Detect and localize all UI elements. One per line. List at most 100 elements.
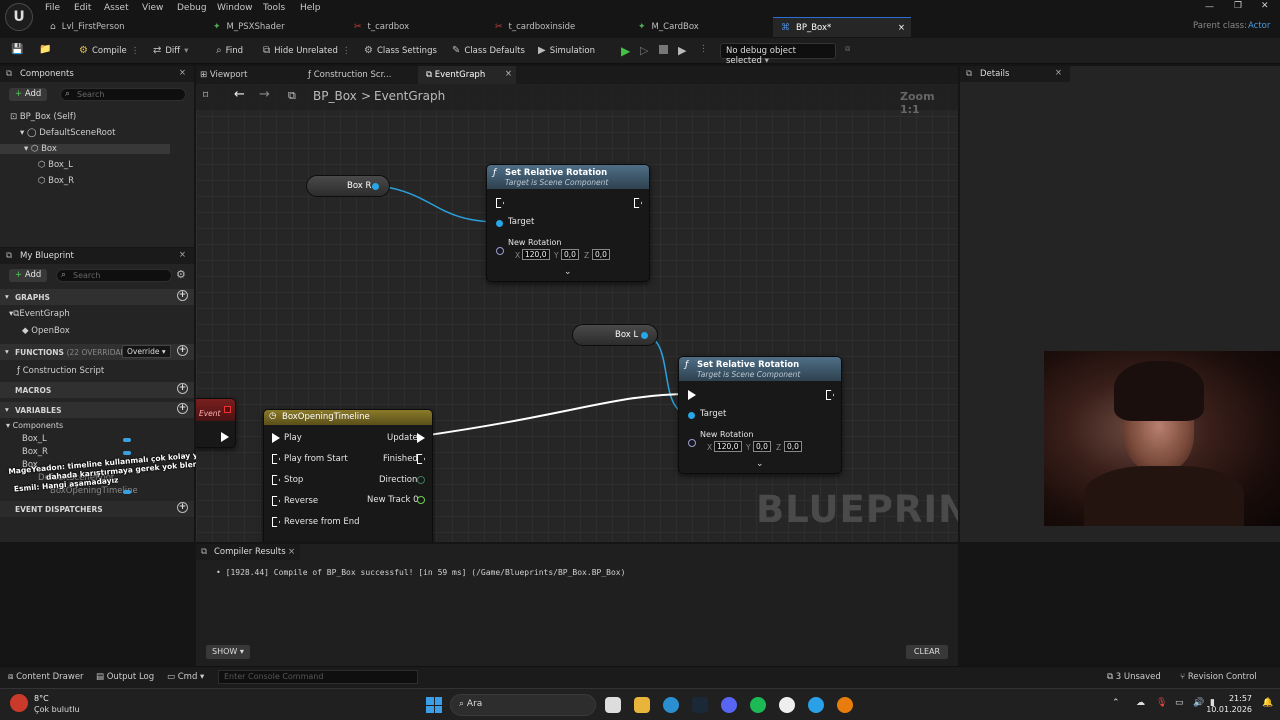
tab-viewport[interactable]: ⊞ Viewport — [200, 70, 247, 80]
show-dropdown[interactable]: SHOW ▾ — [206, 645, 250, 659]
taskbar-search[interactable]: ⌕ Ara — [450, 694, 596, 716]
find-button[interactable]: ⌕ Find — [216, 45, 243, 56]
blender-icon[interactable] — [837, 697, 853, 713]
exec-out-pin[interactable] — [221, 432, 229, 442]
close-icon[interactable]: × — [179, 68, 186, 78]
task-view-icon[interactable] — [605, 697, 621, 713]
stop-icon[interactable] — [659, 45, 668, 54]
rotation-z-field[interactable]: 0,0 — [784, 441, 802, 452]
play-pin[interactable] — [272, 433, 280, 443]
exec-out-pin[interactable] — [634, 198, 642, 208]
edge-icon[interactable] — [663, 697, 679, 713]
steam-icon[interactable] — [692, 697, 708, 713]
add-member-button[interactable]: + Add — [9, 269, 48, 282]
expand-chevron-icon[interactable]: ⌄ — [756, 459, 764, 469]
content-drawer-button[interactable]: ⧈ Content Drawer — [8, 672, 84, 682]
direction-pin[interactable] — [417, 476, 425, 484]
debug-filter-icon[interactable]: ⧈ — [845, 44, 850, 54]
hide-unrelated-button[interactable]: ⧉ Hide Unrelated ⋮ — [263, 45, 350, 56]
tab-m-cardbox[interactable]: ✦ M_CardBox — [638, 17, 699, 37]
tree-item-self[interactable]: ⊡ BP_Box (Self) — [10, 112, 76, 122]
variable-box-l[interactable]: Box_L — [22, 434, 47, 444]
add-variable-icon[interactable]: + — [177, 403, 188, 414]
eject-icon[interactable]: ▶ — [678, 44, 686, 57]
play-icon[interactable]: ▶ — [621, 44, 630, 58]
unreal-engine-icon[interactable] — [779, 697, 795, 713]
output-log-button[interactable]: ▤ Output Log — [96, 672, 154, 682]
tree-item-box-l[interactable]: ⬡ Box_L — [38, 160, 73, 170]
finished-pin[interactable] — [417, 454, 425, 464]
override-dropdown[interactable]: Override ▾ — [122, 345, 171, 358]
event-dispatchers-section[interactable]: EVENT DISPATCHERS + — [0, 501, 194, 517]
console-command-input[interactable]: Enter Console Command — [218, 670, 418, 684]
new-track-pin[interactable] — [417, 496, 425, 504]
rotation-x-field[interactable]: 120,0 — [522, 249, 550, 260]
compiler-tab[interactable]: ⧉ Compiler Results × — [196, 544, 300, 560]
reverse-from-end-pin[interactable] — [272, 517, 280, 527]
microphone-icon[interactable]: 🎙 — [1156, 698, 1167, 708]
components-search-input[interactable]: ⌕ Search — [60, 88, 186, 101]
maximize-icon[interactable]: ❐ — [1234, 1, 1242, 11]
tree-item-box[interactable]: ▾ ⬡ Box — [0, 144, 170, 154]
exec-out-pin[interactable] — [826, 390, 834, 400]
menu-view[interactable]: View — [142, 3, 163, 13]
graphs-section[interactable]: ▾ GRAPHS + — [0, 289, 194, 305]
stop-pin[interactable] — [272, 475, 280, 485]
browse-icon[interactable]: 📁 — [39, 44, 51, 55]
my-blueprint-search-input[interactable]: ⌕ Search — [56, 269, 172, 282]
clear-button[interactable]: CLEAR — [906, 645, 948, 659]
menu-file[interactable]: File — [45, 3, 60, 13]
add-graph-icon[interactable]: + — [177, 290, 188, 301]
simulation-button[interactable]: ▶ Simulation — [538, 45, 595, 56]
tab-bp-box[interactable]: ⌘ BP_Box* × — [773, 17, 911, 37]
tray-chevron-icon[interactable]: ⌃ — [1112, 698, 1120, 708]
tree-item-box-r[interactable]: ⬡ Box_R — [38, 176, 74, 186]
delegate-pin[interactable] — [224, 406, 231, 413]
target-pin[interactable] — [688, 412, 695, 419]
set-relative-rotation-node[interactable]: ƒ Set Relative Rotation Target is Scene Co… — [678, 356, 842, 474]
exec-in-pin[interactable] — [496, 198, 504, 208]
add-function-icon[interactable]: + — [177, 345, 188, 356]
rotation-pin[interactable] — [688, 439, 696, 447]
update-pin[interactable] — [417, 433, 425, 443]
event-graph-canvas[interactable]: ⌑ ← → ⧉ BP_Box > EventGraph Zoom 1:1 Box… — [196, 84, 958, 542]
tray-app-icon[interactable]: ☁ — [1136, 698, 1145, 708]
close-window-icon[interactable]: ✕ — [1261, 1, 1269, 11]
spotify-icon[interactable] — [750, 697, 766, 713]
windows-start-icon[interactable] — [426, 697, 442, 713]
compile-button[interactable]: ⚙ Compile ⋮ — [79, 45, 139, 56]
exec-in-pin[interactable] — [688, 390, 696, 400]
rotation-y-field[interactable]: 0,0 — [753, 441, 771, 452]
tree-item-defaultsceneroot[interactable]: ▾ ◯ DefaultSceneRoot — [20, 128, 115, 138]
variable-group-components[interactable]: ▾ Components — [6, 421, 63, 430]
menu-asset[interactable]: Asset — [104, 3, 129, 13]
debug-object-select[interactable]: No debug object selected ▾ — [720, 43, 836, 66]
diff-button[interactable]: ⇄ Diff ▾ — [153, 45, 188, 56]
revision-control-button[interactable]: ⑂ Revision Control — [1180, 672, 1257, 682]
file-explorer-icon[interactable] — [634, 697, 650, 713]
tab-eventgraph[interactable]: ⧉ EventGraph × — [418, 66, 516, 84]
rotation-pin[interactable] — [496, 247, 504, 255]
close-tab-icon[interactable]: × — [898, 23, 905, 33]
macros-section[interactable]: MACROS + — [0, 382, 194, 398]
weather-icon[interactable] — [10, 694, 28, 712]
class-settings-button[interactable]: ⚙ Class Settings — [364, 45, 437, 56]
network-icon[interactable]: ▭ — [1175, 698, 1184, 708]
menu-debug[interactable]: Debug — [177, 3, 207, 13]
minimize-icon[interactable]: — — [1205, 2, 1214, 12]
notifications-icon[interactable]: 🔔 — [1262, 698, 1273, 708]
volume-icon[interactable]: 🔊 — [1193, 698, 1204, 708]
variable-node-box-l[interactable]: Box L — [572, 324, 658, 346]
menu-window[interactable]: Window — [217, 3, 253, 13]
close-icon[interactable]: × — [1055, 68, 1062, 78]
tab-t-cardboxinside[interactable]: ✂ t_cardboxinside — [495, 17, 575, 37]
graph-item-eventgraph[interactable]: ▾⧉EventGraph — [9, 309, 70, 319]
close-icon[interactable]: × — [179, 250, 186, 260]
tab-construction-script[interactable]: ƒ Construction Scr... — [308, 70, 391, 80]
rotation-x-field[interactable]: 120,0 — [714, 441, 742, 452]
menu-edit[interactable]: Edit — [74, 3, 91, 13]
target-pin[interactable] — [496, 220, 503, 227]
variable-box-r[interactable]: Box_R — [22, 447, 48, 457]
timeline-node[interactable]: ◷ BoxOpeningTimeline Play Play from Start… — [263, 409, 433, 542]
functions-section[interactable]: ▾ FUNCTIONS (22 OVERRIDABLE) Override ▾ + — [0, 344, 194, 360]
